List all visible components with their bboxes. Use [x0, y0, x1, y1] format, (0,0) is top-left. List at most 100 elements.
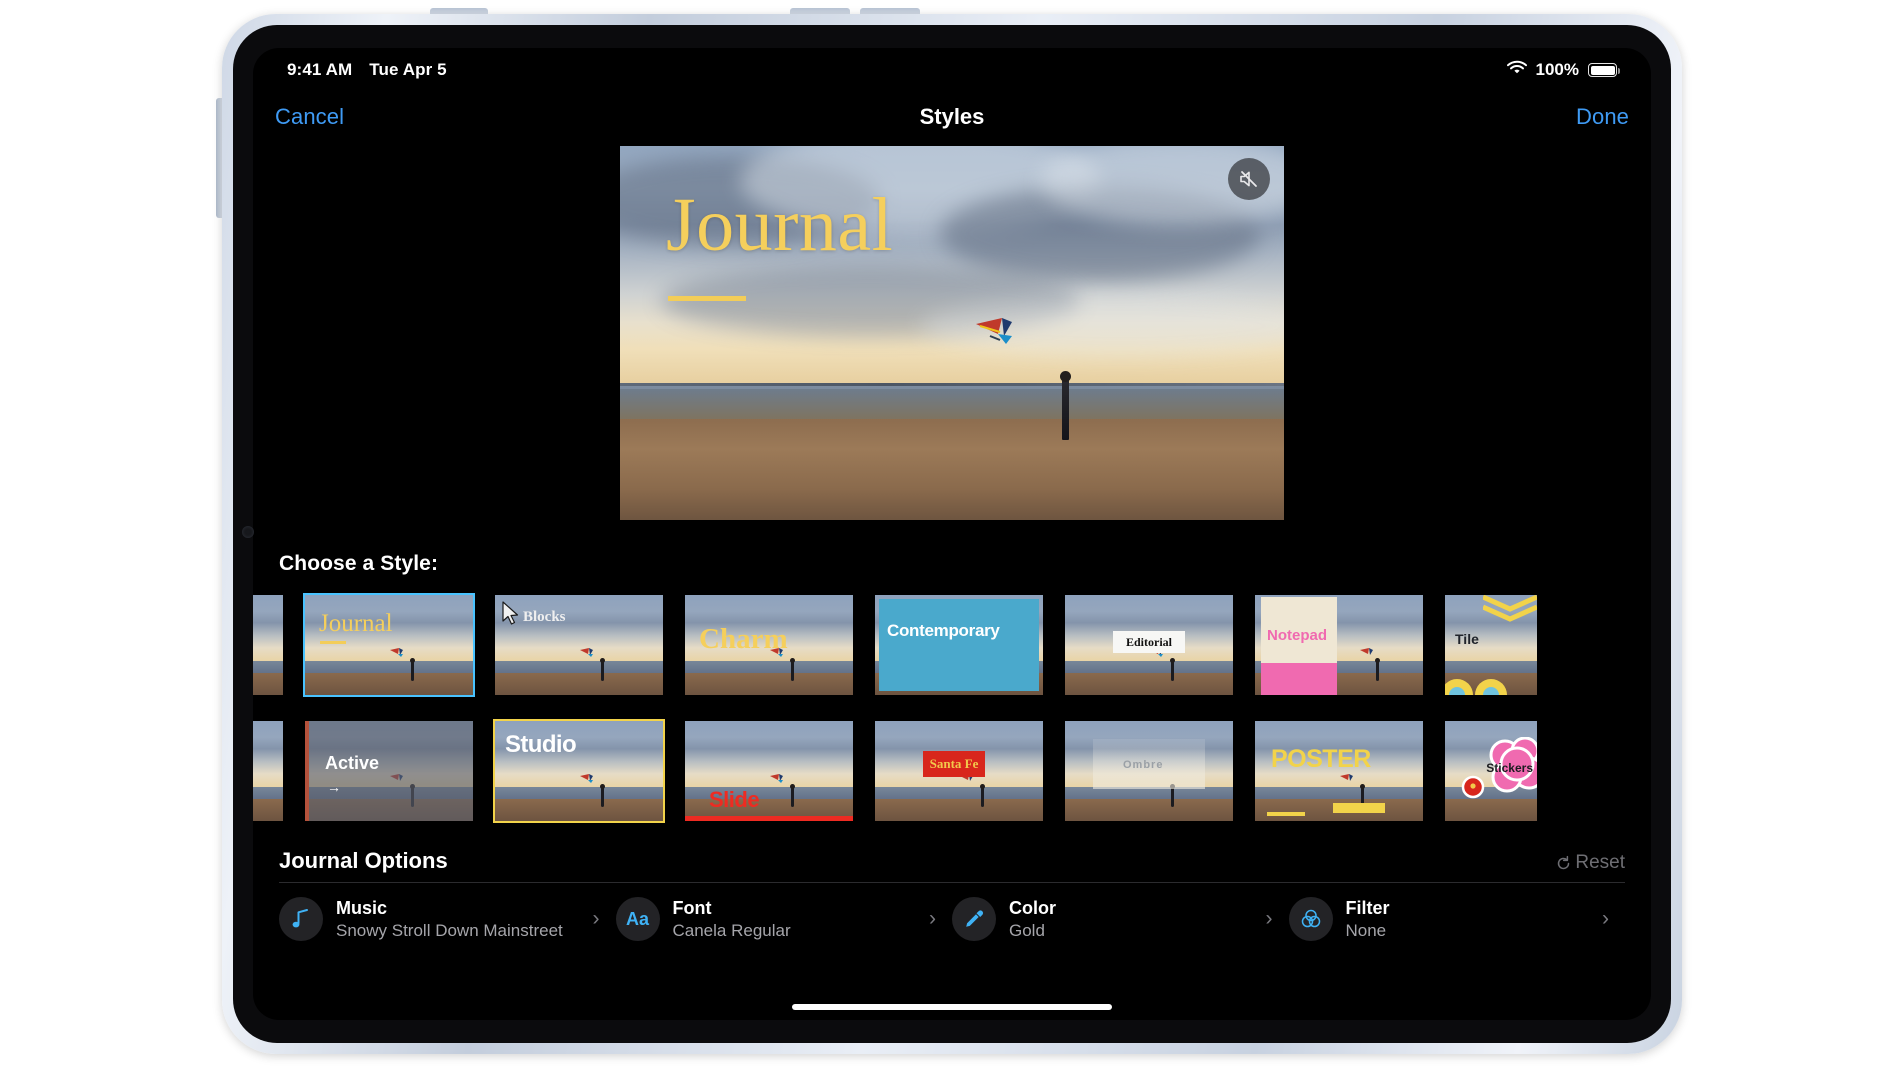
option-value: None — [1345, 921, 1387, 941]
style-thumbnail-charm[interactable]: Charm — [685, 595, 853, 695]
tile-pattern-top — [1483, 595, 1537, 622]
battery-icon — [1588, 63, 1621, 77]
option-value: Gold — [1009, 921, 1045, 941]
style-thumbnail-label: Blocks — [523, 609, 566, 625]
style-thumbnail-studio[interactable]: Studio — [493, 719, 665, 823]
style-thumbnail-contemporary[interactable]: Contemporary — [875, 595, 1043, 695]
santa-fe-label-box: Santa Fe — [923, 751, 985, 777]
reset-circular-arrow-icon — [1558, 855, 1570, 869]
device-bezel: 9:41 AM Tue Apr 5 100% Cancel Styles Don… — [233, 25, 1671, 1043]
status-bar-left: 9:41 AM Tue Apr 5 — [287, 60, 447, 80]
style-thumbnail-label: POSTER — [1271, 745, 1371, 773]
contemporary-overlay — [879, 599, 1039, 691]
chevron-right-icon[interactable]: › — [593, 907, 600, 931]
chevron-right-icon[interactable]: › — [929, 907, 936, 931]
style-thumbnail-santa-fe[interactable]: Santa Fe — [875, 721, 1043, 821]
preview-horizon — [620, 383, 1284, 387]
music-note-icon — [279, 897, 323, 942]
done-button[interactable]: Done — [1576, 104, 1629, 130]
active-left-bar — [305, 721, 309, 821]
option-label: Music — [336, 898, 388, 918]
ipad-device-frame: 9:41 AM Tue Apr 5 100% Cancel Styles Don… — [222, 14, 1682, 1054]
speaker-slash-icon — [1240, 171, 1257, 187]
chevron-right-icon[interactable]: › — [1266, 907, 1273, 931]
style-thumbnail-label: Tile — [1455, 631, 1479, 647]
sticker-dot-icon — [1461, 775, 1485, 799]
style-thumbnail-poster[interactable]: POSTER — [1255, 721, 1423, 821]
style-thumbnail-stickers[interactable]: Stickers — [1445, 721, 1537, 821]
style-thumbnail-editorial[interactable]: Editorial — [1065, 595, 1233, 695]
option-music[interactable]: Music Snowy Stroll Down Mainstreet › — [279, 897, 616, 942]
option-value: Snowy Stroll Down Mainstreet — [336, 921, 563, 941]
preview-title-text: Journal — [666, 183, 894, 267]
option-font-text: Font Canela Regular — [673, 897, 930, 942]
option-font[interactable]: Aa Font Canela Regular › — [615, 897, 953, 942]
slide-bottom-bar — [685, 816, 853, 821]
option-music-text: Music Snowy Stroll Down Mainstreet — [336, 897, 593, 942]
style-thumbnail-label: Charm — [699, 623, 788, 655]
editorial-label-box: Editorial — [1113, 631, 1185, 653]
style-thumbnail-label: Santa Fe — [929, 756, 979, 771]
reset-label: Reset — [1575, 852, 1625, 873]
screenshot-stage: 9:41 AM Tue Apr 5 100% Cancel Styles Don… — [0, 0, 1900, 1069]
choose-style-label: Choose a Style: — [279, 552, 439, 575]
style-thumbnail-label: Ombre — [1123, 759, 1164, 771]
video-preview[interactable]: Journal — [620, 146, 1284, 520]
style-thumbnail-label: Active — [325, 753, 380, 773]
style-thumbnail-notepad[interactable]: Notepad — [1255, 595, 1423, 695]
preview-wet-sand — [620, 389, 1284, 420]
mute-button[interactable] — [1228, 158, 1270, 200]
option-color[interactable]: Color Gold › — [952, 897, 1289, 942]
font-aa-icon: Aa — [615, 897, 660, 942]
options-header: Journal Options Reset — [253, 830, 1651, 882]
style-thumbnail-label: Contemporary — [887, 621, 1000, 640]
style-thumbnail-partial-left[interactable] — [253, 595, 283, 695]
status-bar-right: 100% — [1506, 60, 1621, 80]
style-thumbnail-label: Journal — [319, 610, 393, 637]
filter-circles-icon — [1288, 897, 1333, 942]
preview-sand — [620, 419, 1284, 520]
person-silhouette — [1059, 370, 1071, 440]
option-label: Filter — [1345, 898, 1390, 918]
tile-pattern-bottom — [1445, 679, 1507, 695]
option-label: Font — [672, 898, 712, 918]
poster-rule-left — [1267, 812, 1305, 816]
reset-button[interactable]: Reset — [1555, 852, 1625, 874]
arrow-right-icon: → — [327, 779, 341, 795]
option-value: Canela Regular — [672, 921, 791, 941]
style-thumbnail-slide[interactable]: Slide — [685, 721, 853, 821]
style-thumbnail-active[interactable]: Active → — [305, 721, 473, 821]
options-title: Journal Options — [279, 848, 448, 873]
style-thumbnails-row-1[interactable]: Journal Blocks Charm Contemporary Editor… — [253, 586, 1651, 704]
style-thumbnail-label: Notepad — [1267, 627, 1327, 644]
style-thumbnail-tile[interactable]: Tile — [1445, 595, 1537, 695]
style-thumbnails-row-2[interactable]: Active → Studio Slide Santa Fe Ombre POS… — [253, 712, 1651, 830]
status-bar: 9:41 AM Tue Apr 5 100% — [253, 48, 1651, 88]
style-thumbnail-ombre[interactable]: Ombre — [1065, 721, 1233, 821]
style-thumbnail-label: Editorial — [1125, 634, 1172, 649]
notepad-accent — [1261, 663, 1337, 695]
preview-area: Journal — [253, 146, 1651, 538]
option-filter-text: Filter None — [1346, 897, 1603, 942]
home-indicator[interactable] — [792, 1004, 1112, 1010]
chevron-right-icon[interactable]: › — [1602, 907, 1609, 931]
status-date: Tue Apr 5 — [369, 60, 447, 79]
preview-title-rule — [668, 296, 746, 301]
eyedropper-icon — [952, 897, 996, 942]
wifi-icon — [1506, 60, 1527, 80]
style-thumbnail-label: Slide — [709, 787, 760, 812]
style-thumbnail-blocks[interactable]: Blocks — [495, 595, 663, 695]
front-camera-dot — [242, 526, 254, 538]
option-color-text: Color Gold — [1009, 897, 1266, 942]
style-thumbnail-partial-left-2[interactable] — [253, 721, 283, 821]
style-thumbnail-journal[interactable]: Journal — [303, 593, 475, 697]
page-title: Styles — [919, 104, 985, 129]
option-filter[interactable]: Filter None › — [1288, 897, 1626, 942]
style-thumbnail-label: Studio — [505, 731, 577, 758]
poster-rule-right — [1333, 803, 1385, 813]
battery-fill — [1590, 65, 1615, 75]
cancel-button[interactable]: Cancel — [275, 104, 344, 130]
styles-section: Choose a Style: Journal Blocks Charm Con… — [253, 538, 1651, 830]
battery-percent-label: 100% — [1535, 60, 1579, 79]
option-label: Color — [1009, 898, 1056, 918]
